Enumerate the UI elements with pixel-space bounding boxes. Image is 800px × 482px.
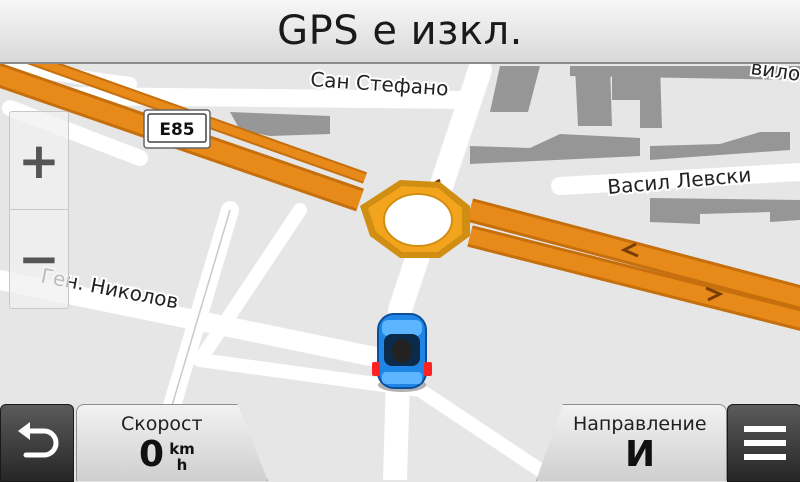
back-button[interactable] [0, 404, 74, 482]
direction-value: И [625, 434, 656, 475]
road-badge-label: E85 [159, 120, 194, 140]
direction-label: Направление [573, 413, 707, 435]
zoom-in-button[interactable]: + [10, 112, 68, 210]
zoom-out-button[interactable]: − [10, 210, 68, 307]
speed-label: Скорост [121, 413, 203, 435]
page-title: GPS е изкл. [277, 8, 523, 54]
menu-button[interactable] [727, 404, 800, 482]
speed-unit: km h [165, 441, 199, 473]
zoom-out-icon: − [18, 229, 60, 288]
hamburger-menu-icon [743, 426, 786, 460]
speed-unit-bottom: h [176, 456, 188, 474]
zoom-panel: + − [9, 111, 69, 309]
zoom-in-icon: + [18, 131, 60, 190]
direction-field[interactable]: Направление И [536, 404, 727, 481]
speed-value: 0 [139, 434, 165, 475]
speed-unit-top: km [169, 440, 195, 458]
title-bar: GPS е изкл. [0, 0, 800, 64]
car-vehicle-icon [372, 313, 432, 392]
speed-field[interactable]: Скорост 0 km h [76, 404, 268, 481]
road-badge: E85 [143, 109, 211, 149]
back-arrow-icon [18, 422, 59, 458]
